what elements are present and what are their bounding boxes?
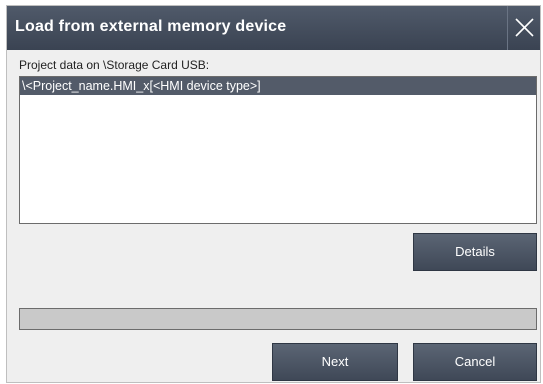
title-bar: Load from external memory device xyxy=(7,6,540,50)
next-button[interactable]: Next xyxy=(272,343,398,381)
project-list[interactable]: \<Project_name.HMI_x[<HMI device type>] xyxy=(19,76,537,224)
list-item[interactable]: \<Project_name.HMI_x[<HMI device type>] xyxy=(20,77,536,95)
load-dialog: Load from external memory device Project… xyxy=(6,5,541,383)
close-button[interactable] xyxy=(507,6,540,50)
dialog-title: Load from external memory device xyxy=(15,18,287,35)
cancel-button[interactable]: Cancel xyxy=(413,343,537,381)
details-button[interactable]: Details xyxy=(413,233,537,271)
progress-bar xyxy=(19,308,537,330)
project-data-label: Project data on \Storage Card USB: xyxy=(19,58,210,72)
close-icon xyxy=(515,18,534,37)
